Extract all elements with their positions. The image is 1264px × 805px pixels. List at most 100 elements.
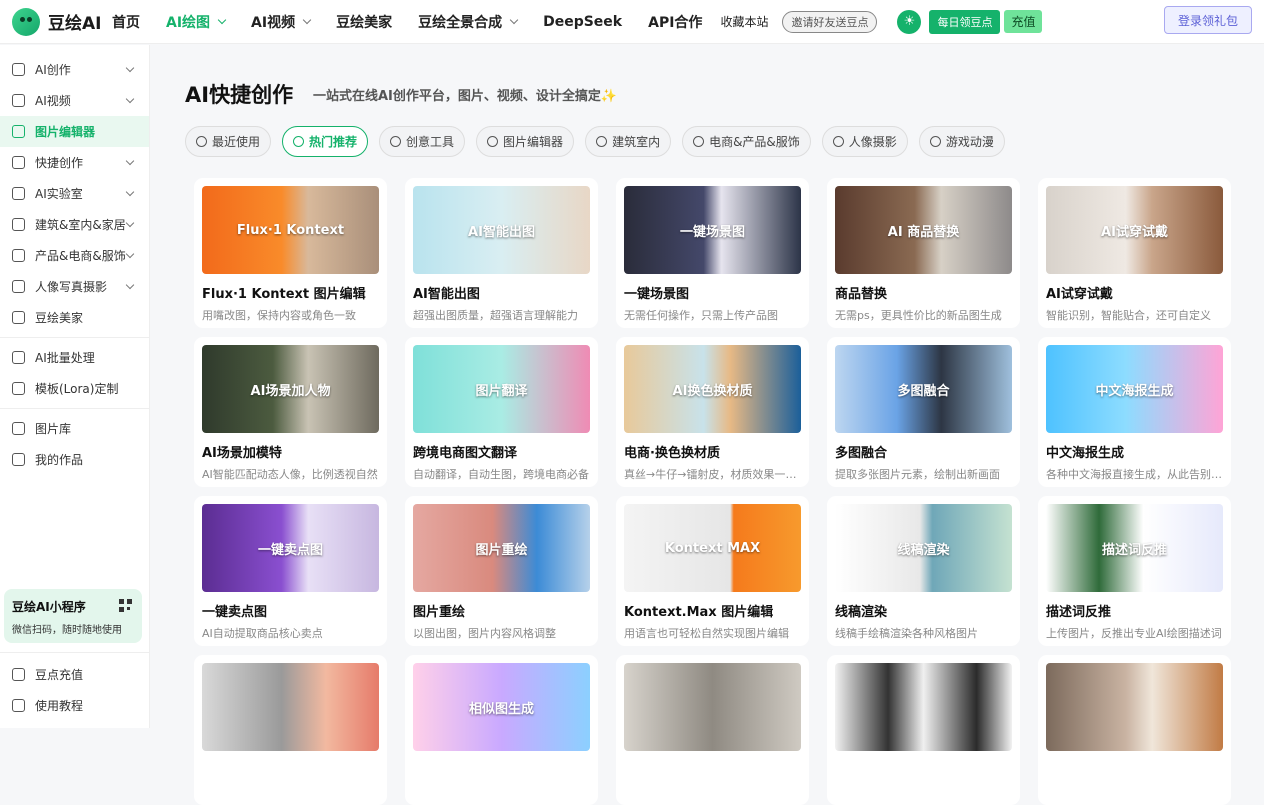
tab-7[interactable]: 游戏动漫 xyxy=(918,126,1005,157)
card-thumbnail: 一键卖点图 xyxy=(202,504,379,592)
thumbnail-caption: AI 商品替换 xyxy=(887,224,960,240)
sidebar-item-items-5[interactable]: 建筑&室内&家居 xyxy=(0,209,149,240)
tab-label: 建筑室内 xyxy=(612,135,661,149)
card-thumbnail: 线稿渲染 xyxy=(835,504,1012,592)
sidebar-item-items-3[interactable]: 快捷创作 xyxy=(0,147,149,178)
theme-toggle-sun-icon[interactable]: ☀ xyxy=(897,9,922,34)
tab-3[interactable]: 图片编辑器 xyxy=(476,126,575,157)
tool-card[interactable]: 图片翻译 跨境电商图文翻译 自动翻译，自动生图，跨境电商必备 xyxy=(405,337,598,487)
tool-card[interactable]: AI场景加人物 AI场景加模特 AI智能匹配动态人像，比例透视自然 xyxy=(194,337,387,487)
thumbnail-caption: 中文海报生成 xyxy=(1095,383,1174,399)
sidebar-item-bottom-1[interactable]: 使用教程 xyxy=(0,690,150,721)
sidebar-item-label: AI批量处理 xyxy=(35,351,95,365)
tool-card[interactable]: Flux·1 Kontext Flux·1 Kontext 图片编辑 用嘴改图，保持… xyxy=(194,178,387,328)
logo[interactable]: 豆绘AI xyxy=(12,7,112,36)
thumbnail-caption: AI换色换材质 xyxy=(672,383,753,399)
tab-6[interactable]: 人像摄影 xyxy=(821,126,908,157)
tab-4[interactable]: 建筑室内 xyxy=(585,126,672,157)
favorite-link[interactable]: 收藏本站 xyxy=(720,13,768,30)
thumbnail-caption: 描述词反推 xyxy=(1101,542,1167,558)
card-title: 图片重绘 xyxy=(413,605,466,620)
nav-item-4[interactable]: 豆绘全景合成 xyxy=(418,12,519,32)
thumbnail-caption: 图片翻译 xyxy=(475,383,528,399)
sidebar-bottom: 豆点充值 使用教程 xyxy=(0,652,150,721)
tool-card[interactable] xyxy=(827,655,1020,805)
chevron-down-icon xyxy=(125,280,135,290)
tool-card[interactable]: AI换色换材质 电商·换色换材质 真丝→牛仔→镭射皮，材质效果一键替换 xyxy=(616,337,809,487)
tool-card[interactable]: 相似图生成 xyxy=(405,655,598,805)
chevron-down-icon xyxy=(125,156,135,166)
nav-item-3[interactable]: 豆绘美家 xyxy=(336,12,392,32)
tool-card[interactable]: 一键卖点图 一键卖点图 AI自动提取商品核心卖点 xyxy=(194,496,387,646)
card-description: AI智能匹配动态人像，比例透视自然 xyxy=(202,468,378,481)
card-thumbnail: AI场景加人物 xyxy=(202,345,379,433)
tab-label: 图片编辑器 xyxy=(503,135,564,149)
card-thumbnail: AI智能出图 xyxy=(413,186,590,274)
tool-card[interactable]: 多图融合 多图融合 提取多张图片元素，绘制出新画面 xyxy=(827,337,1020,487)
tool-card[interactable]: AI 商品替换 商品替换 无需ps，更具性价比的新品图生成 xyxy=(827,178,1020,328)
template-icon xyxy=(12,382,25,395)
sidebar-item-label: AI实验室 xyxy=(35,187,83,201)
tool-card[interactable]: AI试穿试戴 AI试穿试戴 智能识别，智能贴合，还可自定义 xyxy=(1038,178,1231,328)
login-button[interactable]: 登录领礼包 xyxy=(1164,6,1252,34)
recharge-button[interactable]: 充值 xyxy=(1004,10,1043,33)
nav-item-1[interactable]: AI绘图 xyxy=(166,12,227,32)
category-tabs: 最近使用 热门推荐 创意工具 图片编辑器 建筑室内 电商&产品&服饰 人像摄影 游戏动漫 xyxy=(185,126,1016,157)
invite-button[interactable]: 邀请好友送豆点 xyxy=(782,10,878,33)
sidebar-item-label: 产品&电商&服饰 xyxy=(35,249,126,263)
sidebar-item-items-1[interactable]: AI视频 xyxy=(0,85,149,116)
sidebar-item-items3-1[interactable]: 我的作品 xyxy=(0,444,149,475)
tool-card[interactable] xyxy=(1038,655,1231,805)
chevron-down-icon xyxy=(509,15,519,24)
nav-item-label: AI绘图 xyxy=(166,14,211,31)
tool-card[interactable]: 中文海报生成 中文海报生成 各种中文海报直接生成，从此告别设计 xyxy=(1038,337,1231,487)
nav-item-0[interactable]: 首页 xyxy=(112,12,140,32)
chevron-down-icon xyxy=(302,15,312,24)
tool-card[interactable]: AI智能出图 AI智能出图 超强出图质量，超强语言理解能力 xyxy=(405,178,598,328)
sidebar-divider xyxy=(0,408,149,409)
card-description: 上传图片，反推出专业AI绘图描述词 xyxy=(1046,627,1222,640)
card-title: 多图融合 xyxy=(835,446,888,461)
mini-program-title: 豆绘AI小程序 xyxy=(12,600,86,614)
nav-item-5[interactable]: DeepSeek xyxy=(543,14,622,30)
page-subtitle: 一站式在线AI创作平台，图片、视频、设计全搞定✨ xyxy=(313,89,618,104)
sidebar-item-items-6[interactable]: 产品&电商&服饰 xyxy=(0,240,149,271)
shop-icon xyxy=(12,249,25,262)
card-description: 用语言也可轻松自然实现图片编辑 xyxy=(624,627,789,640)
thumbnail-caption: AI智能出图 xyxy=(468,224,535,240)
tool-card[interactable]: 图片重绘 图片重绘 以图出图，图片内容风格调整 xyxy=(405,496,598,646)
sidebar-item-label: 豆绘美家 xyxy=(35,311,84,325)
tool-card[interactable] xyxy=(616,655,809,805)
image-edit-icon xyxy=(12,63,25,76)
thumbnail-caption: Kontext MAX xyxy=(664,540,761,556)
nav-item-2[interactable]: AI视频 xyxy=(251,12,312,32)
sidebar-item-label: 建筑&室内&家居 xyxy=(35,218,126,232)
tab-5[interactable]: 电商&产品&服饰 xyxy=(682,126,811,157)
thumbnail-caption: AI试穿试戴 xyxy=(1101,224,1168,240)
tab-0[interactable]: 最近使用 xyxy=(185,126,272,157)
tool-card[interactable]: 线稿渲染 线稿渲染 线稿手绘稿渲染各种风格图片 xyxy=(827,496,1020,646)
tool-card[interactable]: 一键场景图 一键场景图 无需任何操作，只需上传产品图 xyxy=(616,178,809,328)
tool-card[interactable] xyxy=(194,655,387,805)
sidebar-item-items2-0[interactable]: AI批量处理 xyxy=(0,342,149,373)
qr-code-icon[interactable] xyxy=(119,599,132,612)
sidebar-item-items-0[interactable]: AI创作 xyxy=(0,54,149,85)
card-thumbnail: 描述词反推 xyxy=(1046,504,1223,592)
tab-1[interactable]: 热门推荐 xyxy=(282,126,369,157)
sidebar-item-items-7[interactable]: 人像写真摄影 xyxy=(0,271,149,302)
card-thumbnail: 一键场景图 xyxy=(624,186,801,274)
sidebar-item-items2-1[interactable]: 模板(Lora)定制 xyxy=(0,373,149,404)
mini-program-promo[interactable]: 豆绘AI小程序 微信扫码，随时随地使用 xyxy=(4,589,142,643)
nav-item-6[interactable]: API合作 xyxy=(648,12,702,32)
card-description: AI自动提取商品核心卖点 xyxy=(202,627,323,640)
tab-2[interactable]: 创意工具 xyxy=(379,126,466,157)
sidebar-item-items-2[interactable]: 图片编辑器 xyxy=(0,116,149,147)
sidebar-item-items-4[interactable]: AI实验室 xyxy=(0,178,149,209)
daily-points-button[interactable]: 每日领豆点 xyxy=(929,9,1001,34)
sidebar-item-items-8[interactable]: 豆绘美家 xyxy=(0,302,149,333)
tool-card[interactable]: Kontext MAX Kontext.Max 图片编辑 用语言也可轻松自然实现图片… xyxy=(616,496,809,646)
tool-card[interactable]: 描述词反推 描述词反推 上传图片，反推出专业AI绘图描述词 xyxy=(1038,496,1231,646)
image-edit-icon xyxy=(487,136,499,147)
sidebar-item-bottom-0[interactable]: 豆点充值 xyxy=(0,659,150,690)
sidebar-item-items3-0[interactable]: 图片库 xyxy=(0,413,149,444)
